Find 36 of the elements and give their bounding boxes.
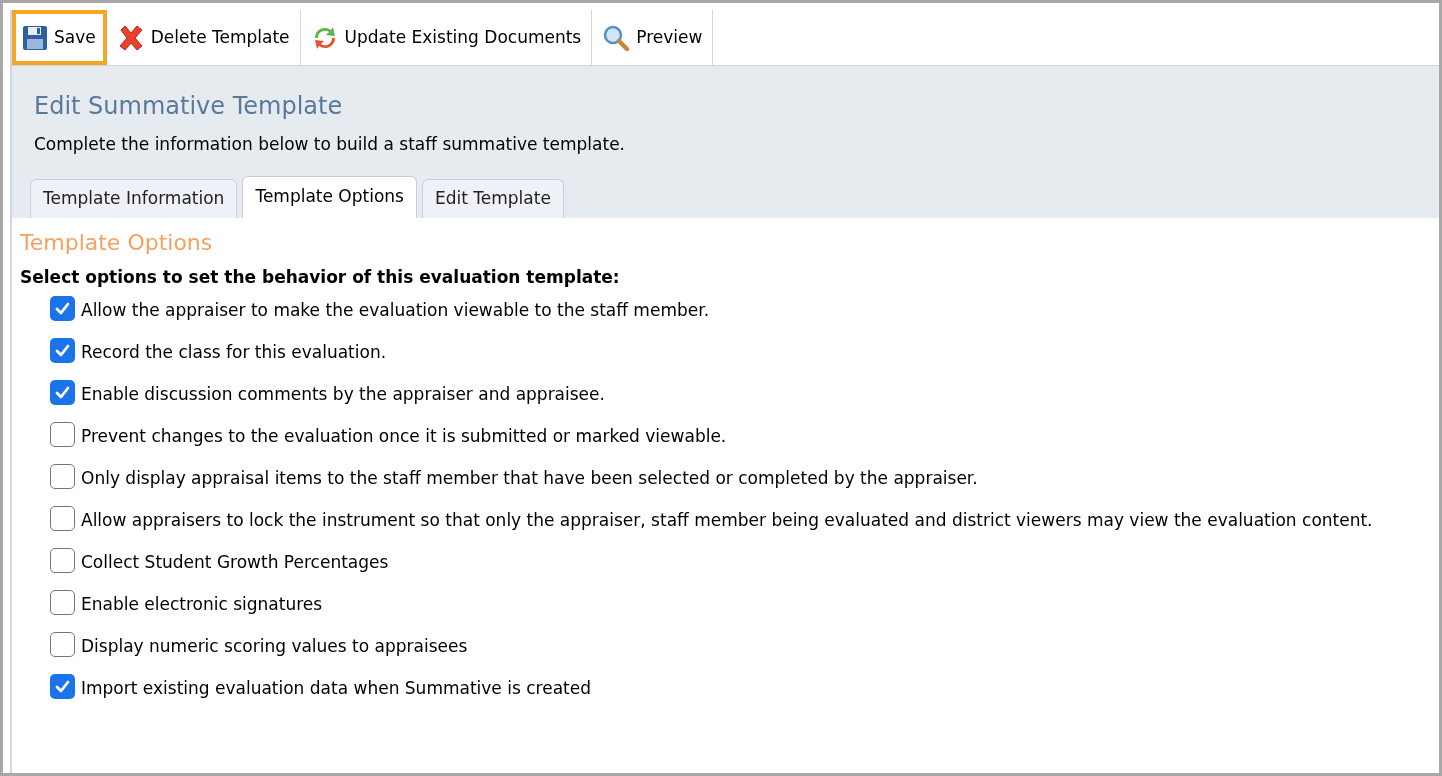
option-label: Collect Student Growth Percentages (81, 551, 389, 574)
option-label: Enable discussion comments by the appraiser and appraisee. (81, 383, 605, 406)
toolbar-button[interactable]: Save (12, 10, 107, 65)
magnifier-icon (602, 23, 631, 52)
checkbox[interactable] (50, 422, 75, 447)
tab[interactable]: Edit Template (421, 178, 564, 218)
checkbox[interactable] (50, 632, 75, 657)
tab[interactable]: Template Information (30, 178, 238, 218)
checkmark-icon (54, 678, 71, 695)
page-title: Edit Summative Template (34, 91, 344, 122)
checkbox[interactable] (50, 296, 75, 321)
checkbox[interactable] (50, 590, 75, 615)
checkbox[interactable] (50, 674, 75, 699)
tab[interactable]: Template Options (242, 175, 417, 218)
instruction-text: Select options to set the behavior of this evaluation template: (20, 265, 621, 289)
checkmark-icon (54, 300, 71, 317)
option-label: Display numeric scoring values to appraisees (81, 635, 468, 658)
option-label: Allow appraisers to lock the instrument so that only the appraiser, staff member being evaluated and district viewers may view the evaluation content. (81, 509, 1373, 532)
option-label: Record the class for this evaluation. (81, 341, 387, 364)
option-label: Prevent changes to the evaluation once it is submitted or marked viewable. (81, 425, 727, 448)
toolbar-button[interactable]: Preview (592, 10, 714, 65)
checkbox[interactable] (50, 464, 75, 489)
option-label: Import existing evaluation data when Summative is created (81, 677, 591, 700)
option-label: Allow the appraiser to make the evaluation viewable to the staff member. (81, 299, 710, 322)
checkbox[interactable] (50, 506, 75, 531)
checkmark-icon (54, 342, 71, 359)
checkbox[interactable] (50, 548, 75, 573)
toolbar-button[interactable]: Update Existing Documents (300, 10, 593, 65)
page-subtitle: Complete the information below to build a staff summative template. (34, 133, 626, 156)
option-label: Enable electronic signatures (81, 593, 323, 616)
option-label: Only display appraisal items to the staff member that have been selected or completed by the appraiser. (81, 467, 978, 490)
checkmark-icon (54, 384, 71, 401)
checkbox[interactable] (50, 338, 75, 363)
toolbar-button[interactable]: Delete Template (106, 10, 301, 65)
section-title: Template Options (20, 228, 214, 257)
checkbox[interactable] (50, 380, 75, 405)
